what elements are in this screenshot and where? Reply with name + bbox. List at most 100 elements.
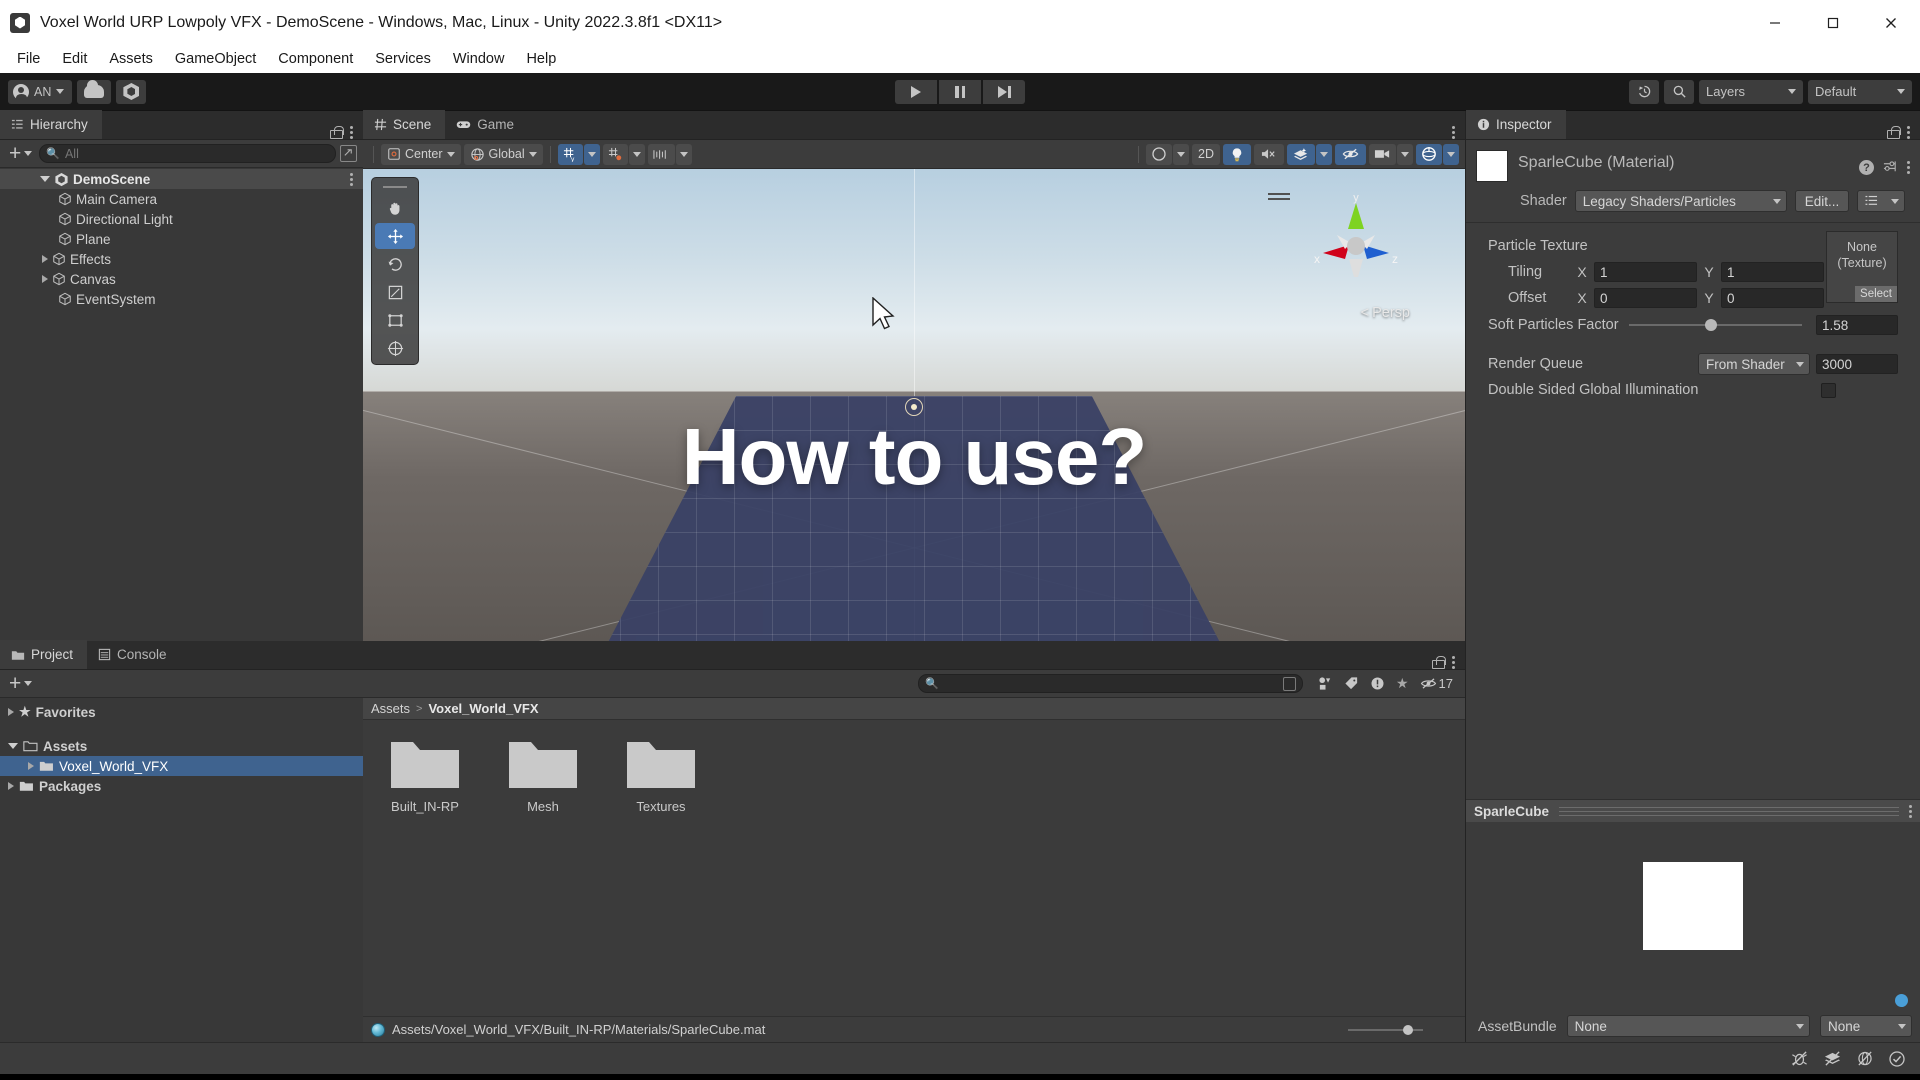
project-search[interactable]: 🔍 xyxy=(917,674,1303,693)
asset-item-textures[interactable]: Textures xyxy=(613,736,709,814)
hierarchy-item-eventsystem[interactable]: EventSystem xyxy=(0,289,363,309)
kebab-menu-icon[interactable] xyxy=(1909,804,1912,818)
kebab-menu-icon[interactable] xyxy=(1907,126,1910,139)
project-search-input[interactable] xyxy=(943,676,1279,691)
check-status-icon[interactable] xyxy=(1888,1050,1906,1068)
chevron-down-icon[interactable] xyxy=(8,743,18,749)
shader-dropdown[interactable]: Legacy Shaders/Particles xyxy=(1574,190,1787,212)
chevron-right-icon[interactable] xyxy=(42,275,48,283)
layout-dropdown[interactable]: Default xyxy=(1808,79,1912,104)
shader-variants-dropdown[interactable] xyxy=(1857,190,1906,212)
chevron-right-icon[interactable] xyxy=(8,708,14,716)
ruler-dropdown[interactable] xyxy=(675,143,692,165)
cloud-button[interactable] xyxy=(77,79,112,104)
kebab-menu-icon[interactable] xyxy=(1452,656,1455,669)
kebab-menu-icon[interactable] xyxy=(350,126,353,139)
assetbundle-variant-dropdown[interactable]: None xyxy=(1820,1015,1912,1037)
menu-window[interactable]: Window xyxy=(442,48,516,70)
hierarchy-expand-button[interactable] xyxy=(340,145,357,162)
thumbnail-zoom-slider[interactable] xyxy=(1348,1023,1423,1037)
create-asset-button[interactable]: + xyxy=(6,673,35,694)
layers-stack-icon[interactable] xyxy=(1823,1050,1842,1067)
close-button[interactable] xyxy=(1862,0,1920,45)
lock-icon[interactable] xyxy=(1887,126,1901,139)
chevron-down-icon[interactable] xyxy=(40,176,50,182)
gizmos-dropdown[interactable] xyxy=(1443,143,1459,165)
tab-inspector[interactable]: Inspector xyxy=(1466,110,1566,139)
hierarchy-item-canvas[interactable]: Canvas xyxy=(0,269,363,289)
gizmo-toggle-icon[interactable] xyxy=(1856,1050,1874,1067)
transform-tool-button[interactable] xyxy=(375,335,415,361)
asset-item-built-in-rp[interactable]: Built_IN-RP xyxy=(377,736,473,814)
pivot-dropdown[interactable]: Center xyxy=(381,143,461,165)
chevron-right-icon[interactable] xyxy=(28,762,34,770)
offset-x-input[interactable]: 0 xyxy=(1594,288,1697,308)
create-gameobject-button[interactable]: + xyxy=(6,143,35,164)
render-queue-value[interactable]: 3000 xyxy=(1816,354,1898,374)
particle-texture-slot[interactable]: None (Texture) Select xyxy=(1826,231,1898,303)
menu-file[interactable]: File xyxy=(6,48,51,70)
tab-console[interactable]: Console xyxy=(87,640,181,669)
scene-viewport[interactable]: y x z < Persp How to use? xyxy=(363,169,1465,641)
menu-component[interactable]: Component xyxy=(267,48,364,70)
undo-history-button[interactable] xyxy=(1629,79,1659,104)
slider-knob[interactable] xyxy=(1704,319,1717,331)
material-preview-area[interactable] xyxy=(1466,822,1920,990)
snap-increment-button[interactable] xyxy=(602,143,628,165)
maximize-button[interactable] xyxy=(1804,0,1862,45)
account-button[interactable]: AN xyxy=(8,79,73,104)
hierarchy-search-input[interactable] xyxy=(64,146,329,161)
ruler-button[interactable] xyxy=(647,143,675,165)
debug-toggle-icon[interactable] xyxy=(1790,1050,1809,1067)
scene-camera-dropdown[interactable] xyxy=(1397,143,1413,165)
rect-tool-button[interactable] xyxy=(375,307,415,333)
lock-icon[interactable] xyxy=(330,126,344,139)
tiling-y-input[interactable]: 1 xyxy=(1721,262,1824,282)
search-button[interactable] xyxy=(1664,79,1694,104)
project-search-expand-button[interactable] xyxy=(1283,676,1296,691)
hidden-assets-indicator[interactable]: 17 xyxy=(1420,676,1453,691)
minimize-button[interactable] xyxy=(1746,0,1804,45)
space-dropdown[interactable]: Global xyxy=(463,143,543,165)
toggle-scene-visibility-button[interactable] xyxy=(1335,143,1366,165)
hierarchy-item-main-camera[interactable]: Main Camera xyxy=(0,189,363,209)
toggle-effects-button[interactable] xyxy=(1287,143,1315,165)
render-queue-mode-dropdown[interactable]: From Shader xyxy=(1698,353,1810,375)
toggle-audio-button[interactable] xyxy=(1254,143,1284,165)
offset-y-input[interactable]: 0 xyxy=(1721,288,1824,308)
tab-hierarchy[interactable]: Hierarchy xyxy=(0,110,102,139)
double-sided-gi-checkbox[interactable] xyxy=(1821,382,1836,398)
toggle-2d-button[interactable]: 2D xyxy=(1192,143,1220,165)
kebab-menu-icon[interactable] xyxy=(1907,161,1910,174)
hierarchy-search[interactable]: 🔍 xyxy=(39,144,336,163)
rotate-tool-button[interactable] xyxy=(375,251,415,277)
filter-label-icon[interactable] xyxy=(1344,676,1359,691)
projection-mode-label[interactable]: < Persp xyxy=(1361,305,1410,321)
help-icon[interactable]: ? xyxy=(1859,160,1874,175)
menu-assets[interactable]: Assets xyxy=(98,48,164,70)
filter-warning-icon[interactable] xyxy=(1370,676,1385,691)
hierarchy-item-effects[interactable]: Effects xyxy=(0,249,363,269)
play-button[interactable] xyxy=(895,79,937,104)
effects-dropdown[interactable] xyxy=(1316,143,1332,165)
hierarchy-scene-row[interactable]: DemoScene xyxy=(0,169,363,189)
snap-increment-dropdown[interactable] xyxy=(628,143,645,165)
grid-snap-dropdown[interactable] xyxy=(583,143,600,165)
project-tree-packages[interactable]: Packages xyxy=(0,776,363,796)
chevron-right-icon[interactable] xyxy=(8,782,14,790)
gizmos-button[interactable] xyxy=(1416,143,1442,165)
grid-snap-button[interactable]: y xyxy=(557,143,583,165)
scene-camera-button[interactable] xyxy=(1369,143,1396,165)
project-tree-favorites[interactable]: ★ Favorites xyxy=(0,702,363,722)
menu-gameobject[interactable]: GameObject xyxy=(164,48,267,70)
menu-help[interactable]: Help xyxy=(515,48,567,70)
scene-kebab-icon[interactable] xyxy=(350,172,353,186)
shading-mode-dropdown[interactable] xyxy=(1173,143,1190,165)
filter-favorites-icon[interactable]: ★ xyxy=(1396,675,1409,692)
breadcrumb-root[interactable]: Assets xyxy=(371,701,410,716)
shading-mode-button[interactable] xyxy=(1146,143,1173,165)
toggle-lighting-button[interactable] xyxy=(1223,143,1251,165)
soft-particles-value[interactable]: 1.58 xyxy=(1816,315,1898,335)
hierarchy-item-plane[interactable]: Plane xyxy=(0,229,363,249)
palette-drag-handle[interactable] xyxy=(375,181,415,193)
